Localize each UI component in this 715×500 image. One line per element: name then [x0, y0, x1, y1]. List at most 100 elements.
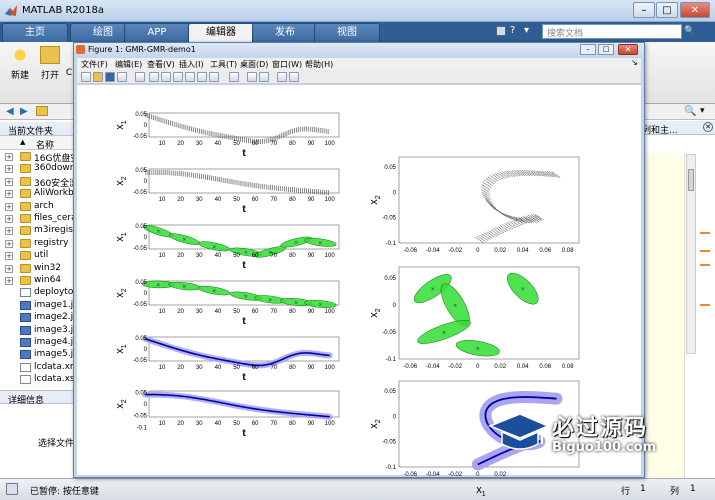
y-tick-label: 0: [144, 235, 148, 241]
file-list-item[interactable]: image2.jp: [0, 312, 76, 324]
new-figure-icon[interactable]: [81, 72, 91, 82]
print-icon[interactable]: [117, 72, 127, 82]
link-icon[interactable]: [229, 72, 239, 82]
file-list-item[interactable]: + win64: [0, 275, 76, 287]
close-button[interactable]: ✕: [680, 2, 710, 18]
tab-editor[interactable]: 编辑器: [188, 23, 254, 42]
x-tick-label: -0.04: [426, 364, 440, 370]
file-list-item[interactable]: + AliWorkbe: [0, 188, 76, 200]
warning-marker[interactable]: [700, 232, 710, 234]
forward-icon[interactable]: ▶: [20, 106, 28, 117]
matlab-logo-icon: [5, 5, 17, 16]
x-tick-label: 0.06: [539, 248, 551, 254]
close-panel-icon[interactable]: ✕: [703, 122, 713, 132]
file-list-item[interactable]: + win32: [0, 263, 76, 275]
file-list-item[interactable]: +16G优盘安: [0, 151, 76, 163]
x-tick-label: 0: [476, 248, 480, 254]
tab-home[interactable]: 主页: [2, 23, 68, 42]
expand-icon[interactable]: +: [5, 264, 13, 273]
x-tick-label: 80: [289, 197, 296, 203]
file-list-item[interactable]: deploytoo: [0, 287, 76, 299]
file-list-item[interactable]: image3.jp: [0, 325, 76, 337]
name-column-header[interactable]: ▲ 名称: [0, 136, 76, 151]
menu-view[interactable]: 查看(V): [147, 59, 175, 70]
figure-menubar: 文件(F) 编辑(E) 查看(V) 插入(I) 工具(T) 桌面(D) 窗口(W…: [77, 58, 641, 70]
expand-icon[interactable]: +: [5, 190, 13, 199]
tab-apps[interactable]: APP: [124, 23, 190, 42]
expand-icon[interactable]: +: [5, 165, 13, 174]
menu-edit[interactable]: 编辑(E): [115, 59, 142, 70]
new-button[interactable]: 新建: [8, 46, 32, 81]
menu-insert[interactable]: 插入(I): [179, 59, 204, 70]
file-list-item[interactable]: lcdata.xm: [0, 362, 76, 374]
file-list-item[interactable]: + m3iregist: [0, 225, 76, 237]
expand-icon[interactable]: +: [5, 177, 13, 186]
menu-help[interactable]: 帮助(H): [305, 59, 333, 70]
file-icon: [20, 375, 31, 385]
dropdown-icon[interactable]: ▾: [524, 25, 529, 36]
warning-marker[interactable]: [700, 304, 710, 306]
file-list-item[interactable]: +360安全浏: [0, 176, 76, 188]
brush-icon[interactable]: [209, 72, 219, 82]
show-tools-icon[interactable]: [289, 72, 299, 82]
axis-label: x1: [114, 120, 128, 130]
menu-file[interactable]: 文件(F): [81, 59, 108, 70]
y-tick-label: -0.05: [133, 302, 147, 308]
warning-marker[interactable]: [700, 264, 710, 266]
gmm-center-marker: ×: [431, 287, 435, 293]
data-cursor-icon[interactable]: [197, 72, 207, 82]
legend-icon[interactable]: [259, 72, 269, 82]
file-list-item[interactable]: +360downl: [0, 163, 76, 175]
x-tick-label: 80: [289, 309, 296, 315]
x-tick-label: -0.02: [448, 472, 462, 478]
hide-tools-icon[interactable]: [277, 72, 287, 82]
colorbar-icon[interactable]: [247, 72, 257, 82]
file-list-item[interactable]: lcdata.xsd: [0, 374, 76, 386]
figure-close-button[interactable]: ✕: [618, 44, 638, 55]
pan-icon[interactable]: [173, 72, 183, 82]
zoom-out-icon[interactable]: [161, 72, 171, 82]
expand-icon[interactable]: +: [5, 153, 13, 161]
help-icon[interactable]: ?: [510, 25, 515, 36]
tab-view[interactable]: 视图: [314, 23, 380, 42]
figure-maximize-button[interactable]: □: [598, 44, 614, 55]
expand-icon[interactable]: +: [5, 277, 13, 285]
file-list-item[interactable]: image1.jp: [0, 300, 76, 312]
tab-publish[interactable]: 发布: [252, 23, 318, 42]
expand-icon[interactable]: +: [5, 202, 13, 211]
file-list-item[interactable]: image4.jp: [0, 337, 76, 349]
figure-minimize-button[interactable]: –: [580, 44, 596, 55]
search-icon[interactable]: 🔍: [684, 106, 696, 117]
expand-icon[interactable]: +: [5, 215, 13, 223]
quick-access-icon[interactable]: [496, 26, 506, 36]
up-folder-icon[interactable]: [36, 106, 48, 116]
x-tick-label: 30: [196, 421, 203, 427]
warning-marker[interactable]: [700, 250, 710, 252]
file-list-item[interactable]: + util: [0, 250, 76, 262]
vertical-scrollbar[interactable]: [686, 154, 696, 354]
file-list-item[interactable]: + arch: [0, 201, 76, 213]
menu-window[interactable]: 窗口(W): [272, 59, 302, 70]
file-list-item[interactable]: + registry: [0, 238, 76, 250]
back-icon[interactable]: ◀: [6, 106, 14, 117]
maximize-button[interactable]: □: [656, 2, 678, 18]
zoom-in-icon[interactable]: [149, 72, 159, 82]
search-icon[interactable]: 🔍: [684, 24, 712, 39]
edit-plot-icon[interactable]: [135, 72, 145, 82]
expand-icon[interactable]: +: [5, 239, 13, 248]
open-button[interactable]: 打开: [38, 46, 62, 81]
expand-icon[interactable]: +: [5, 227, 13, 236]
menu-tools[interactable]: 工具(T): [210, 59, 237, 70]
menu-dock-icon[interactable]: ↘: [631, 58, 638, 67]
rotate-icon[interactable]: [185, 72, 195, 82]
save-icon[interactable]: [105, 72, 115, 82]
expand-icon[interactable]: +: [5, 252, 13, 261]
dropdown-icon[interactable]: ▾: [700, 106, 705, 116]
minimize-button[interactable]: –: [633, 2, 655, 18]
menu-desktop[interactable]: 桌面(D): [240, 59, 268, 70]
search-docs-input[interactable]: 搜索文档: [542, 24, 682, 39]
watermark-en: Biguo100.com: [552, 440, 657, 455]
file-list-item[interactable]: image5.jp: [0, 349, 76, 361]
file-list-item[interactable]: + files_cera: [0, 213, 76, 225]
open-file-icon[interactable]: [93, 72, 103, 82]
